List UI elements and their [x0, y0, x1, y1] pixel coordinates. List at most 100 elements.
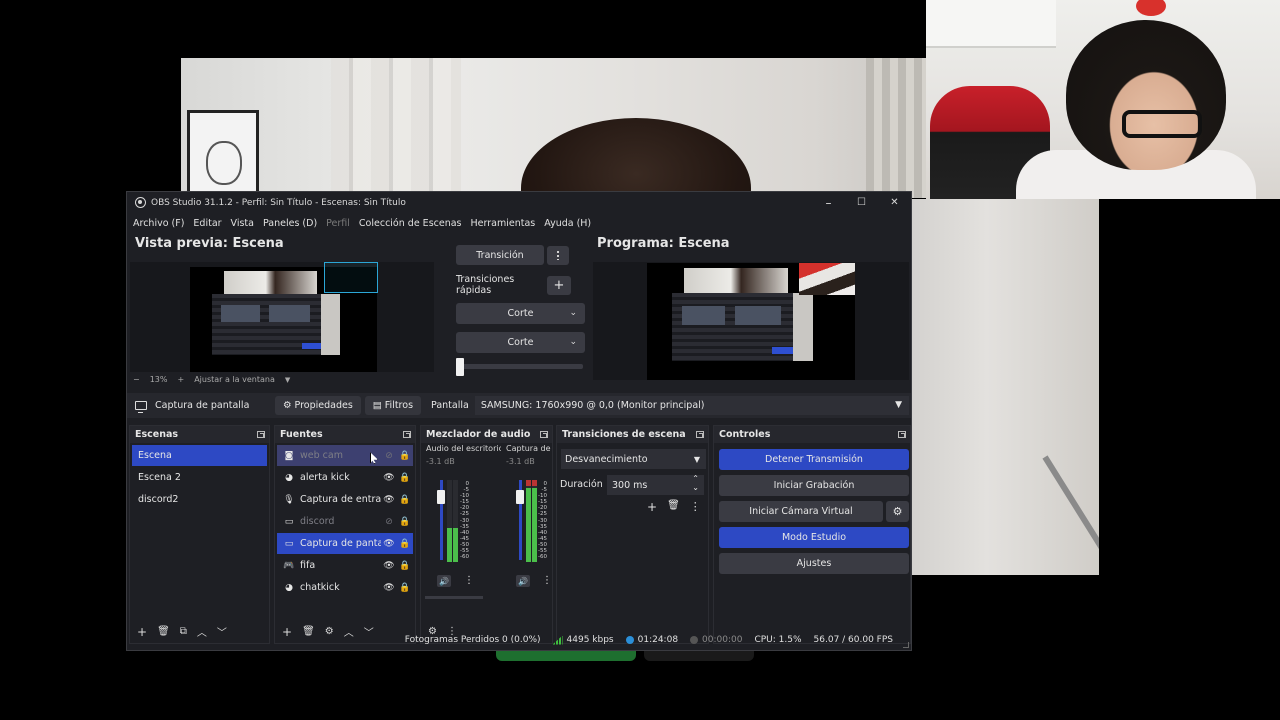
- source-item-audio-capture[interactable]: 🎙 Captura de entrada de audio 👁 🔒: [277, 489, 413, 510]
- t-bar-track[interactable]: [458, 364, 583, 369]
- webcam-selection-box[interactable]: [324, 262, 378, 293]
- source-item-screen-capture[interactable]: ▭ Captura de pantalla 👁 🔒: [277, 533, 413, 554]
- menu-ayuda[interactable]: Ayuda (H): [544, 218, 591, 229]
- transition-row: Transición: [456, 245, 569, 265]
- add-quick-transition-button[interactable]: +: [547, 275, 571, 295]
- duration-spinbox[interactable]: 300 ms ⌃ ⌄: [607, 474, 704, 495]
- undock-icon[interactable]: [540, 431, 548, 438]
- menu-archivo[interactable]: Archivo (F): [133, 218, 184, 229]
- lock-icon[interactable]: 🔒: [397, 539, 413, 549]
- window-title: OBS Studio 31.1.2 - Perfil: Sin Título -…: [151, 197, 406, 208]
- speaker-icon[interactable]: 🔊: [516, 575, 530, 587]
- t-bar-handle[interactable]: [456, 358, 464, 376]
- source-item-chatkick[interactable]: ◕ chatkick 👁 🔒: [277, 577, 413, 598]
- quick-transitions-label: Transiciones rápidas: [456, 274, 515, 296]
- source-item-fifa[interactable]: 🎮 fifa 👁 🔒: [277, 555, 413, 576]
- screen-select[interactable]: SAMSUNG: 1760x990 @ 0,0 (Monitor princip…: [474, 396, 909, 415]
- preview-zoom-bar: − 13% + Ajustar a la ventana ▼: [133, 375, 290, 384]
- source-item-web-cam[interactable]: ◙ web cam ⊘ 🔒: [277, 445, 413, 466]
- menu-editar[interactable]: Editar: [193, 218, 221, 229]
- fit-dropdown-chevron-icon[interactable]: ▼: [285, 376, 290, 384]
- menu-vista[interactable]: Vista: [231, 218, 254, 229]
- fps: 56.07 / 60.00 FPS: [813, 635, 893, 645]
- transition-menu-button[interactable]: [547, 245, 569, 265]
- gear-icon: ⚙: [892, 505, 903, 518]
- start-virtual-camera-button[interactable]: Iniciar Cámara Virtual: [719, 501, 883, 522]
- title-bar: OBS Studio 31.1.2 - Perfil: Sin Título -…: [127, 192, 911, 213]
- zoom-in-button[interactable]: +: [177, 375, 184, 384]
- resize-grip-icon[interactable]: [903, 642, 909, 648]
- menu-paneles[interactable]: Paneles (D): [263, 218, 317, 229]
- zoom-out-button[interactable]: −: [133, 375, 140, 384]
- dropped-frames: Fotogramas Perdidos 0 (0.0%): [404, 635, 541, 645]
- lock-icon[interactable]: 🔒: [397, 495, 413, 505]
- maximize-button[interactable]: ☐: [845, 197, 878, 208]
- channel-name: Captura de entrada de audio: [506, 444, 552, 453]
- program-canvas: [593, 262, 909, 380]
- mixer-channel-audio-input: Captura de entrada de audio -3.1 dB: [506, 444, 552, 466]
- program-thumbnail: [647, 263, 855, 380]
- lock-icon[interactable]: 🔒: [397, 517, 413, 527]
- visibility-icon[interactable]: 👁: [381, 583, 397, 593]
- chevron-down-icon: ⌄: [569, 337, 577, 347]
- source-item-discord[interactable]: ▭ discord ⊘ 🔒: [277, 511, 413, 532]
- settings-button[interactable]: Ajustes: [719, 553, 909, 574]
- cpu-usage: CPU: 1.5%: [754, 635, 802, 645]
- preview-canvas[interactable]: [130, 262, 434, 372]
- visibility-icon[interactable]: 👁: [381, 561, 397, 571]
- menu-coleccion-escenas[interactable]: Colección de Escenas: [359, 218, 462, 229]
- undock-icon[interactable]: [403, 431, 411, 438]
- undock-icon[interactable]: [898, 431, 906, 438]
- quick-transition-corte-2[interactable]: Corte ⌄: [456, 332, 585, 353]
- channel-name: Audio del escritorio: [426, 444, 501, 453]
- lock-icon[interactable]: 🔒: [397, 561, 413, 571]
- start-recording-button[interactable]: Iniciar Grabación: [719, 475, 909, 496]
- scene-transitions-dock: Transiciones de escena Desvanecimiento ▼…: [556, 425, 709, 644]
- kebab-icon[interactable]: ⋮: [464, 575, 474, 586]
- quick-transition-corte-1[interactable]: Corte ⌄: [456, 303, 585, 324]
- undock-icon[interactable]: [696, 431, 704, 438]
- scene-item-escena-2[interactable]: Escena 2: [132, 467, 267, 488]
- spin-down-icon[interactable]: ⌄: [692, 483, 699, 492]
- db-scale-tick: -60: [538, 554, 547, 561]
- recording-time: 00:00:00: [702, 635, 743, 645]
- level-meter-input-l: [526, 480, 531, 562]
- streaming-indicator-icon: [625, 636, 634, 644]
- remove-transition-button[interactable]: 🗑: [667, 500, 680, 514]
- visibility-off-icon[interactable]: ⊘: [381, 451, 397, 461]
- transition-button[interactable]: Transición: [456, 245, 544, 265]
- visibility-icon[interactable]: 👁: [381, 473, 397, 483]
- source-item-alerta-kick[interactable]: ◕ alerta kick 👁 🔒: [277, 467, 413, 488]
- speaker-icon[interactable]: 🔊: [437, 575, 451, 587]
- undock-icon[interactable]: [257, 431, 265, 438]
- studio-mode-button[interactable]: Modo Estudio: [719, 527, 909, 548]
- volume-fader-knob-audio-input[interactable]: [516, 490, 524, 504]
- kebab-icon[interactable]: ⋮: [542, 575, 552, 586]
- stop-streaming-button[interactable]: Detener Transmisión: [719, 449, 909, 470]
- menu-perfil[interactable]: Perfil: [326, 218, 350, 229]
- chevron-down-icon: ▼: [693, 454, 700, 464]
- transition-type-select[interactable]: Desvanecimiento ▼: [561, 449, 706, 469]
- filters-button[interactable]: ▤ Filtros: [364, 396, 422, 415]
- visibility-off-icon[interactable]: ⊘: [381, 517, 397, 527]
- duration-value: 300 ms: [612, 479, 648, 491]
- fit-to-window[interactable]: Ajustar a la ventana: [194, 375, 275, 384]
- lock-icon[interactable]: 🔒: [397, 473, 413, 483]
- volume-fader-knob-desktop[interactable]: [437, 490, 445, 504]
- transition-menu-button[interactable]: ⋮: [690, 500, 701, 514]
- scene-item-discord2[interactable]: discord2: [132, 489, 267, 510]
- spin-up-icon[interactable]: ⌃: [692, 474, 699, 483]
- minimize-button[interactable]: –: [812, 196, 845, 210]
- lock-icon[interactable]: 🔒: [397, 583, 413, 593]
- menu-herramientas[interactable]: Herramientas: [471, 218, 536, 229]
- properties-button[interactable]: ⚙ Propiedades: [275, 396, 361, 415]
- visibility-icon[interactable]: 👁: [381, 539, 397, 549]
- sources-title: Fuentes: [280, 429, 323, 440]
- close-button[interactable]: ✕: [878, 197, 911, 208]
- virtual-camera-settings-button[interactable]: ⚙: [886, 501, 909, 522]
- visibility-icon[interactable]: 👁: [381, 495, 397, 505]
- mixer-scrollbar[interactable]: [425, 596, 483, 599]
- scene-item-escena[interactable]: Escena: [132, 445, 267, 466]
- add-transition-button[interactable]: +: [647, 500, 657, 514]
- lock-icon[interactable]: 🔒: [397, 451, 413, 461]
